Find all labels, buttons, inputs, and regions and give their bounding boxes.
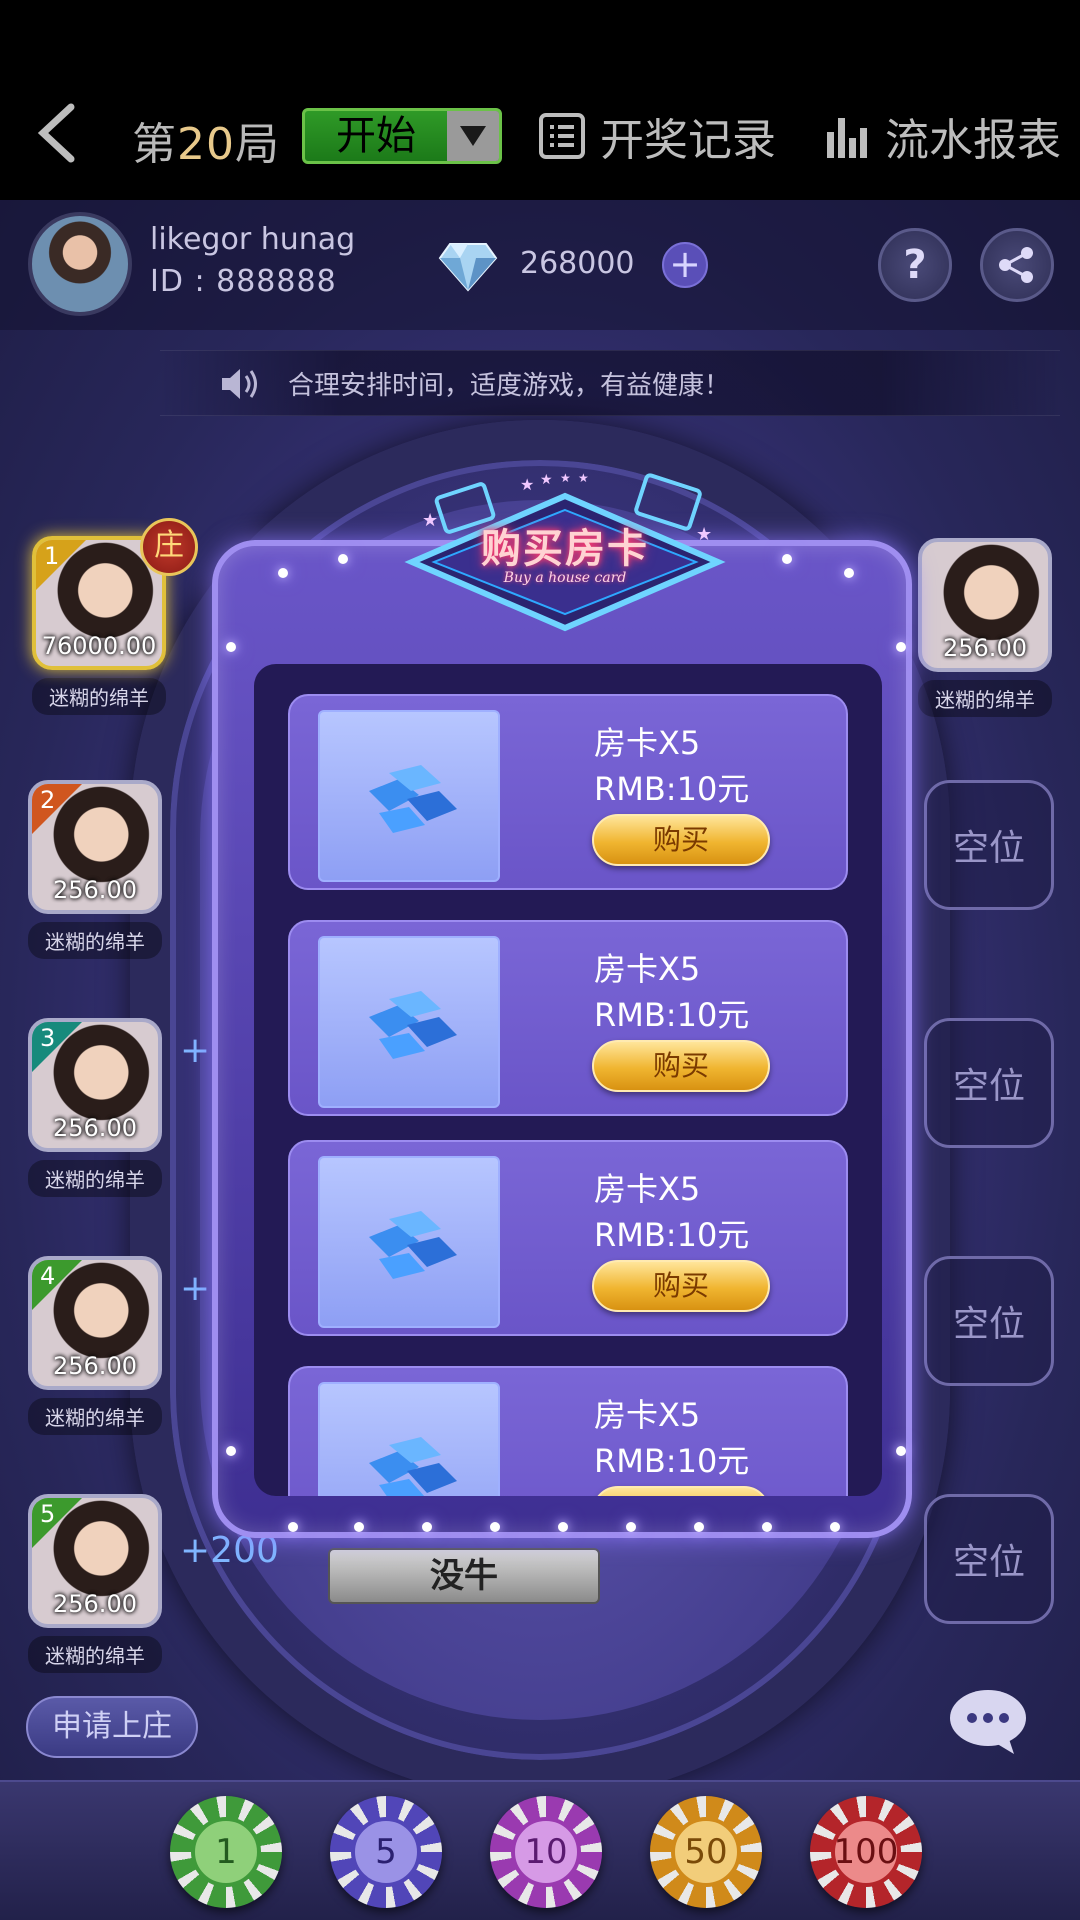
modal-subtitle: Buy a house card	[503, 570, 627, 586]
marquee-light	[354, 1522, 364, 1532]
gem-icon	[318, 1382, 500, 1496]
marquee-light	[782, 554, 792, 564]
banker-badge: 庄	[140, 518, 198, 576]
item-name: 房卡X5	[594, 724, 701, 762]
gem-icon	[318, 936, 500, 1108]
marquee-light	[422, 1522, 432, 1532]
item-list[interactable]: 房卡X5 RMB:10元 购买 房卡X5 RMB:10元 购买 房卡X5 RMB…	[254, 664, 882, 1496]
marquee-light	[490, 1522, 500, 1532]
svg-text:★: ★	[520, 475, 534, 494]
modal-title: 购买房卡	[481, 526, 649, 572]
buy-button[interactable]: 购买	[592, 1486, 770, 1496]
item-name: 房卡X5	[594, 1396, 701, 1434]
item-name: 房卡X5	[594, 1170, 701, 1208]
list-item: 房卡X5 RMB:10元 购买	[288, 1366, 848, 1496]
marquee-light	[830, 1522, 840, 1532]
item-price: RMB:10元	[594, 1442, 750, 1480]
marquee-light	[762, 1522, 772, 1532]
gem-icon	[318, 1156, 500, 1328]
list-item: 房卡X5 RMB:10元 购买	[288, 920, 848, 1116]
marquee-light	[844, 568, 854, 578]
marquee-light	[278, 568, 288, 578]
list-item: 房卡X5 RMB:10元 购买	[288, 1140, 848, 1336]
marquee-light	[338, 554, 348, 564]
marquee-light	[896, 1446, 906, 1456]
marquee-light	[694, 1522, 704, 1532]
marquee-light	[226, 1446, 236, 1456]
marquee-light	[558, 1522, 568, 1532]
item-name: 房卡X5	[594, 950, 701, 988]
item-price: RMB:10元	[594, 1216, 750, 1254]
marquee-light	[226, 642, 236, 652]
list-item: 房卡X5 RMB:10元 购买	[288, 694, 848, 890]
svg-text:★: ★	[540, 472, 553, 488]
purchase-modal: 房卡X5 RMB:10元 购买 房卡X5 RMB:10元 购买 房卡X5 RMB…	[212, 540, 912, 1538]
marquee-light	[896, 642, 906, 652]
buy-button[interactable]: 购买	[592, 1040, 770, 1092]
modal-title-plate: ★ ★ ★ ★ ★ ★ 购买房卡 Buy a house card	[400, 470, 730, 632]
gem-icon	[318, 710, 500, 882]
buy-button[interactable]: 购买	[592, 1260, 770, 1312]
marquee-light	[626, 1522, 636, 1532]
svg-text:★: ★	[560, 471, 571, 485]
svg-text:★: ★	[578, 471, 589, 485]
buy-button[interactable]: 购买	[592, 814, 770, 866]
item-price: RMB:10元	[594, 770, 750, 808]
purchase-modal-overlay: 房卡X5 RMB:10元 购买 房卡X5 RMB:10元 购买 房卡X5 RMB…	[0, 0, 1080, 1920]
marquee-light	[288, 1522, 298, 1532]
item-price: RMB:10元	[594, 996, 750, 1034]
